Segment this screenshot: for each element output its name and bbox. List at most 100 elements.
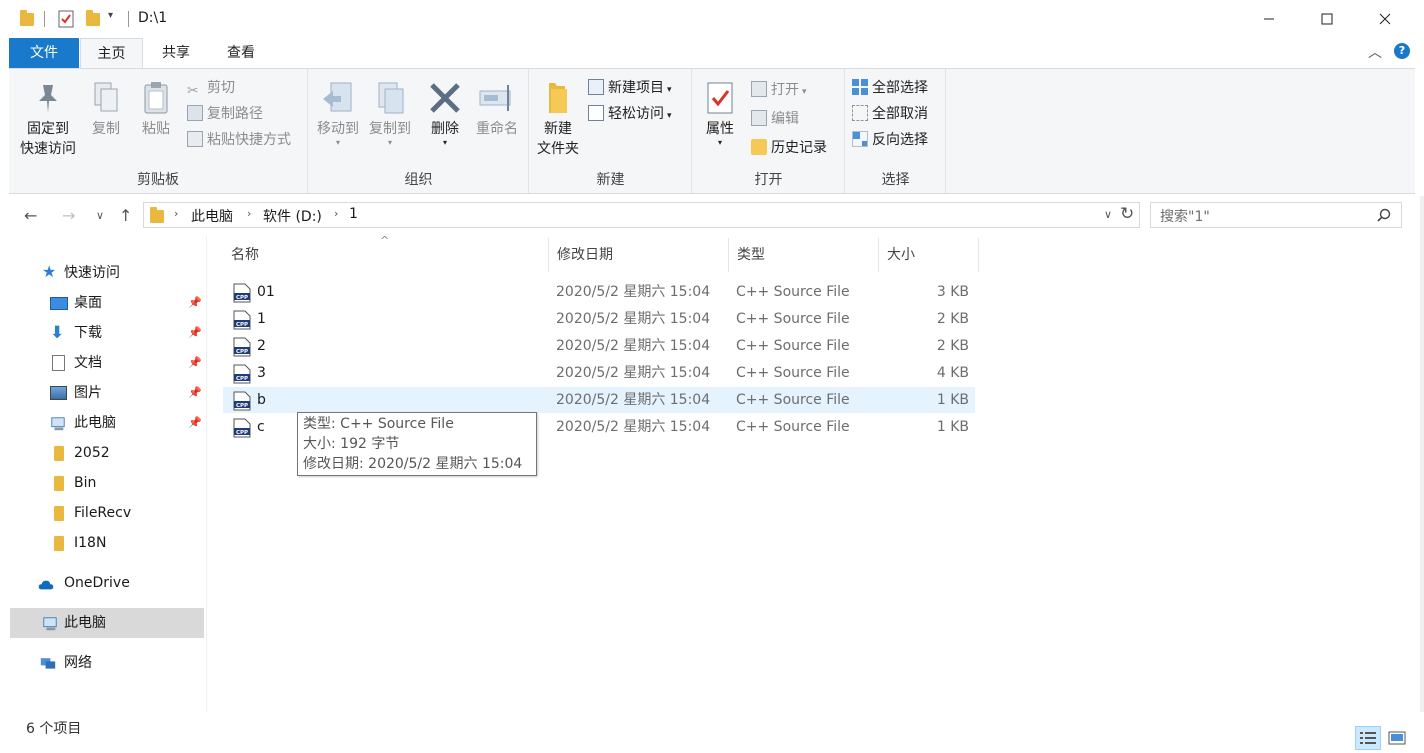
select-none-icon	[852, 105, 868, 121]
breadcrumb-folder[interactable]: 1	[349, 206, 358, 222]
delete-label: 删除	[431, 121, 459, 137]
open-button[interactable]: 打开 ▾	[751, 79, 807, 101]
copy-button[interactable]: 复制	[83, 81, 129, 139]
column-header-date[interactable]: 修改日期	[549, 238, 729, 272]
pin-icon	[39, 85, 57, 113]
nav-item[interactable]: 图片 📌	[10, 378, 204, 408]
column-header-name[interactable]: 名称	[223, 238, 549, 272]
item-count: 6 个项目	[26, 721, 82, 737]
file-row[interactable]: CPP b 2020/5/2 星期六 15:04 C++ Source File 1 K…	[223, 387, 975, 413]
pin-icon[interactable]: 📌	[188, 408, 202, 438]
nav-quick-access[interactable]: ★ 快速访问	[10, 258, 204, 288]
search-box[interactable]: 搜索"1"	[1150, 202, 1402, 228]
properties-icon[interactable]	[58, 10, 74, 28]
search-input[interactable]: 搜索"1"	[1160, 206, 1210, 226]
computer-icon	[43, 617, 57, 631]
help-icon[interactable]: ?	[1394, 43, 1410, 59]
nav-network[interactable]: 网络	[10, 648, 204, 678]
tab-view[interactable]: 查看	[208, 38, 274, 68]
tab-file[interactable]: 文件	[9, 38, 79, 68]
pin-icon[interactable]: 📌	[188, 288, 202, 318]
cut-button[interactable]: ✂ 剪切	[187, 77, 235, 99]
pin-icon[interactable]: 📌	[188, 348, 202, 378]
nav-item[interactable]: 此电脑 📌	[10, 408, 204, 438]
easy-access-button[interactable]: 轻松访问 ▾	[588, 103, 672, 125]
rename-label: 重命名	[476, 121, 518, 137]
column-header-size[interactable]: 大小	[879, 238, 979, 272]
open-group: 属性 ▾ 打开 ▾ 编辑 历史记录 打开	[693, 69, 845, 193]
paste-button[interactable]: 粘贴	[133, 81, 179, 139]
address-bar[interactable]: › 此电脑 › 软件 (D:) › 1 ∨	[143, 202, 1140, 228]
file-date: 2020/5/2 星期六 15:04	[556, 365, 711, 381]
nav-onedrive[interactable]: OneDrive	[10, 568, 204, 598]
properties-button[interactable]: 属性 ▾	[699, 81, 741, 147]
new-item-dropdown-icon: ▾	[667, 85, 672, 95]
tab-home[interactable]: 主页	[80, 38, 143, 69]
nav-item[interactable]: 文档 📌	[10, 348, 204, 378]
file-name: 2	[257, 338, 266, 354]
file-tooltip: 类型: C++ Source File 大小: 192 字节 修改日期: 202…	[297, 412, 537, 476]
pin-to-quick-access-button[interactable]: 固定到 快速访问	[13, 81, 83, 159]
edit-label: 编辑	[771, 111, 799, 127]
file-row[interactable]: CPP 1 2020/5/2 星期六 15:04 C++ Source File 2 K…	[223, 306, 975, 332]
breadcrumb-drive[interactable]: 软件 (D:)	[263, 206, 322, 226]
copy-to-button[interactable]: 复制到 ▾	[365, 81, 415, 147]
file-size: 4 KB	[936, 365, 969, 381]
paste-shortcut-button[interactable]: 粘贴快捷方式	[187, 129, 291, 151]
breadcrumb-this-pc[interactable]: 此电脑	[191, 206, 233, 226]
pin-icon[interactable]: 📌	[188, 378, 202, 408]
breadcrumb-separator-icon: ›	[247, 207, 252, 220]
move-to-button[interactable]: 移动到 ▾	[313, 81, 363, 147]
collapse-ribbon-icon[interactable]: ︿	[1368, 42, 1382, 62]
close-button[interactable]	[1356, 0, 1414, 38]
large-icons-view-icon	[1388, 731, 1406, 745]
nav-item[interactable]: 2052	[10, 438, 204, 468]
copy-path-button[interactable]: 复制路径	[187, 103, 263, 125]
back-arrow-icon[interactable]: ←	[24, 206, 37, 225]
new-folder-button[interactable]: 新建 文件夹	[532, 81, 584, 159]
new-item-icon	[588, 79, 604, 95]
large-icons-view-button[interactable]	[1384, 726, 1410, 750]
new-folder-icon[interactable]	[86, 10, 100, 26]
nav-this-pc[interactable]: 此电脑	[10, 608, 204, 638]
refresh-icon[interactable]: ↻	[1120, 204, 1134, 224]
customize-quick-access-icon[interactable]: ▾	[108, 10, 113, 21]
file-row[interactable]: CPP 2 2020/5/2 星期六 15:04 C++ Source File 2 K…	[223, 333, 975, 359]
minimize-button[interactable]	[1240, 0, 1298, 38]
pin-icon[interactable]: 📌	[188, 318, 202, 348]
copy-to-icon	[378, 82, 404, 114]
invert-selection-button[interactable]: 反向选择	[852, 129, 928, 151]
nav-item[interactable]: I18N	[10, 528, 204, 558]
file-row[interactable]: CPP 3 2020/5/2 星期六 15:04 C++ Source File 4 K…	[223, 360, 975, 386]
maximize-button[interactable]	[1298, 0, 1356, 38]
copy-icon	[94, 82, 118, 112]
delete-button[interactable]: 删除 ▾	[425, 81, 465, 147]
tab-share[interactable]: 共享	[146, 38, 206, 68]
recent-locations-chevron-icon[interactable]: ∨	[96, 209, 104, 222]
edit-button[interactable]: 编辑	[751, 108, 799, 130]
select-all-button[interactable]: 全部选择	[852, 77, 928, 99]
delete-icon	[430, 83, 460, 113]
separator	[128, 11, 129, 27]
rename-button[interactable]: 重命名	[471, 81, 523, 139]
minimize-icon	[1264, 18, 1274, 20]
nav-item-label: 2052	[74, 445, 110, 461]
column-header-type[interactable]: 类型	[729, 238, 879, 272]
svg-text:CPP: CPP	[236, 403, 248, 409]
file-date: 2020/5/2 星期六 15:04	[556, 284, 711, 300]
forward-arrow-icon[interactable]: →	[62, 206, 75, 225]
nav-item[interactable]: FileRecv	[10, 498, 204, 528]
up-arrow-icon[interactable]: ↑	[119, 206, 132, 225]
details-view-button[interactable]	[1355, 726, 1381, 750]
file-row[interactable]: CPP 01 2020/5/2 星期六 15:04 C++ Source File 3 …	[223, 279, 975, 305]
new-item-button[interactable]: 新建项目 ▾	[588, 77, 672, 99]
history-button[interactable]: 历史记录	[751, 137, 827, 159]
move-to-icon	[323, 82, 352, 112]
select-none-button[interactable]: 全部取消	[852, 103, 928, 125]
address-dropdown-icon[interactable]: ∨	[1104, 208, 1112, 221]
nav-item[interactable]: 桌面 📌	[10, 288, 204, 318]
nav-item[interactable]: ⬇ 下载 📌	[10, 318, 204, 348]
pin-label-2: 快速访问	[20, 141, 76, 157]
breadcrumb-separator-icon: ›	[174, 207, 179, 220]
nav-item[interactable]: Bin	[10, 468, 204, 498]
